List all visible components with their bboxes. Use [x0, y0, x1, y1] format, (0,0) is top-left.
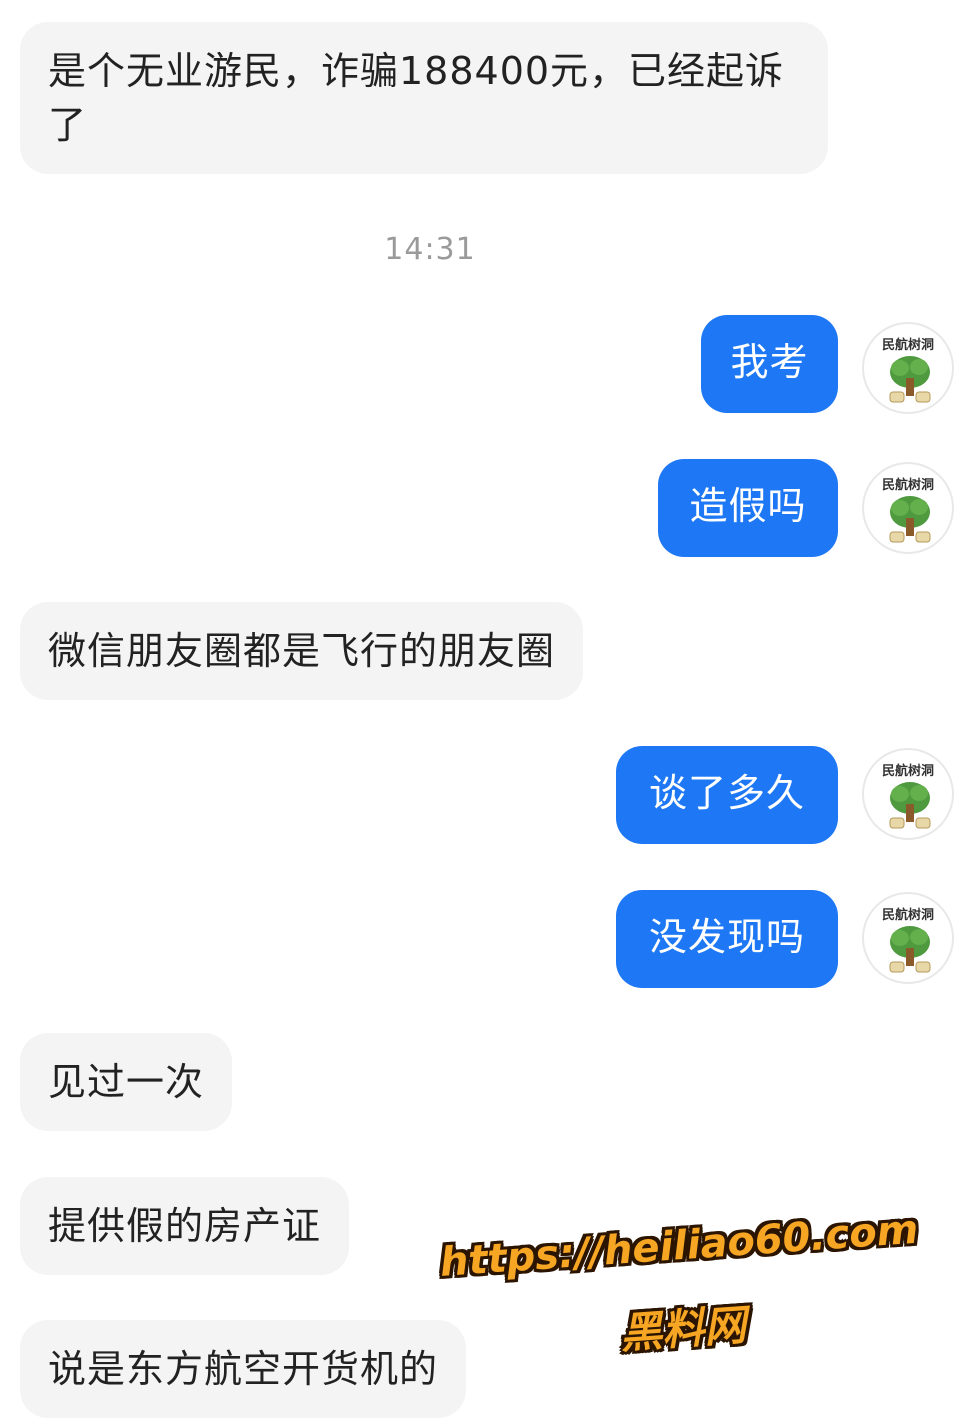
message-text: 说是东方航空开货机的: [48, 1347, 439, 1391]
message-text: 造假吗: [689, 484, 807, 528]
message-text: 没发现吗: [648, 915, 805, 959]
outgoing-message-bubble[interactable]: 谈了多久: [616, 746, 838, 844]
tree-icon: [889, 356, 931, 403]
message-text: 谈了多久: [648, 771, 805, 815]
message-text: 是个无业游民，诈骗188400元，已经起诉了: [48, 49, 785, 147]
incoming-message-bubble[interactable]: 提供假的房产证: [20, 1177, 350, 1275]
outgoing-message-bubble[interactable]: 我考: [701, 315, 838, 413]
avatar[interactable]: 民航树洞: [862, 322, 954, 414]
avatar[interactable]: 民航树洞: [862, 892, 954, 984]
tree-icon: [889, 496, 931, 543]
avatar-label: 民航树洞: [881, 764, 934, 779]
incoming-message-bubble[interactable]: 微信朋友圈都是飞行的朋友圈: [20, 602, 584, 700]
avatar-label: 民航树洞: [881, 338, 934, 353]
message-text: 我考: [730, 340, 809, 384]
avatar-label: 民航树洞: [881, 908, 934, 923]
incoming-message-bubble[interactable]: 是个无业游民，诈骗188400元，已经起诉了: [20, 22, 828, 174]
watermark-url: https://heiliao60.com: [438, 1206, 920, 1286]
outgoing-message-bubble[interactable]: 造假吗: [658, 459, 838, 557]
avatar-label: 民航树洞: [881, 478, 934, 493]
avatar[interactable]: 民航树洞: [862, 748, 954, 840]
message-text: 见过一次: [48, 1060, 205, 1104]
tree-icon: [889, 782, 931, 829]
message-text: 微信朋友圈都是飞行的朋友圈: [48, 629, 556, 673]
tree-icon: [889, 926, 931, 973]
incoming-message-bubble[interactable]: 说是东方航空开货机的: [20, 1320, 467, 1418]
outgoing-message-bubble[interactable]: 没发现吗: [616, 890, 838, 988]
incoming-message-bubble[interactable]: 见过一次: [20, 1033, 233, 1131]
message-text: 提供假的房产证: [48, 1204, 322, 1248]
message-timestamp: 14:31: [384, 232, 476, 267]
watermark-name: 黑料网: [618, 1300, 748, 1358]
avatar[interactable]: 民航树洞: [862, 462, 954, 554]
